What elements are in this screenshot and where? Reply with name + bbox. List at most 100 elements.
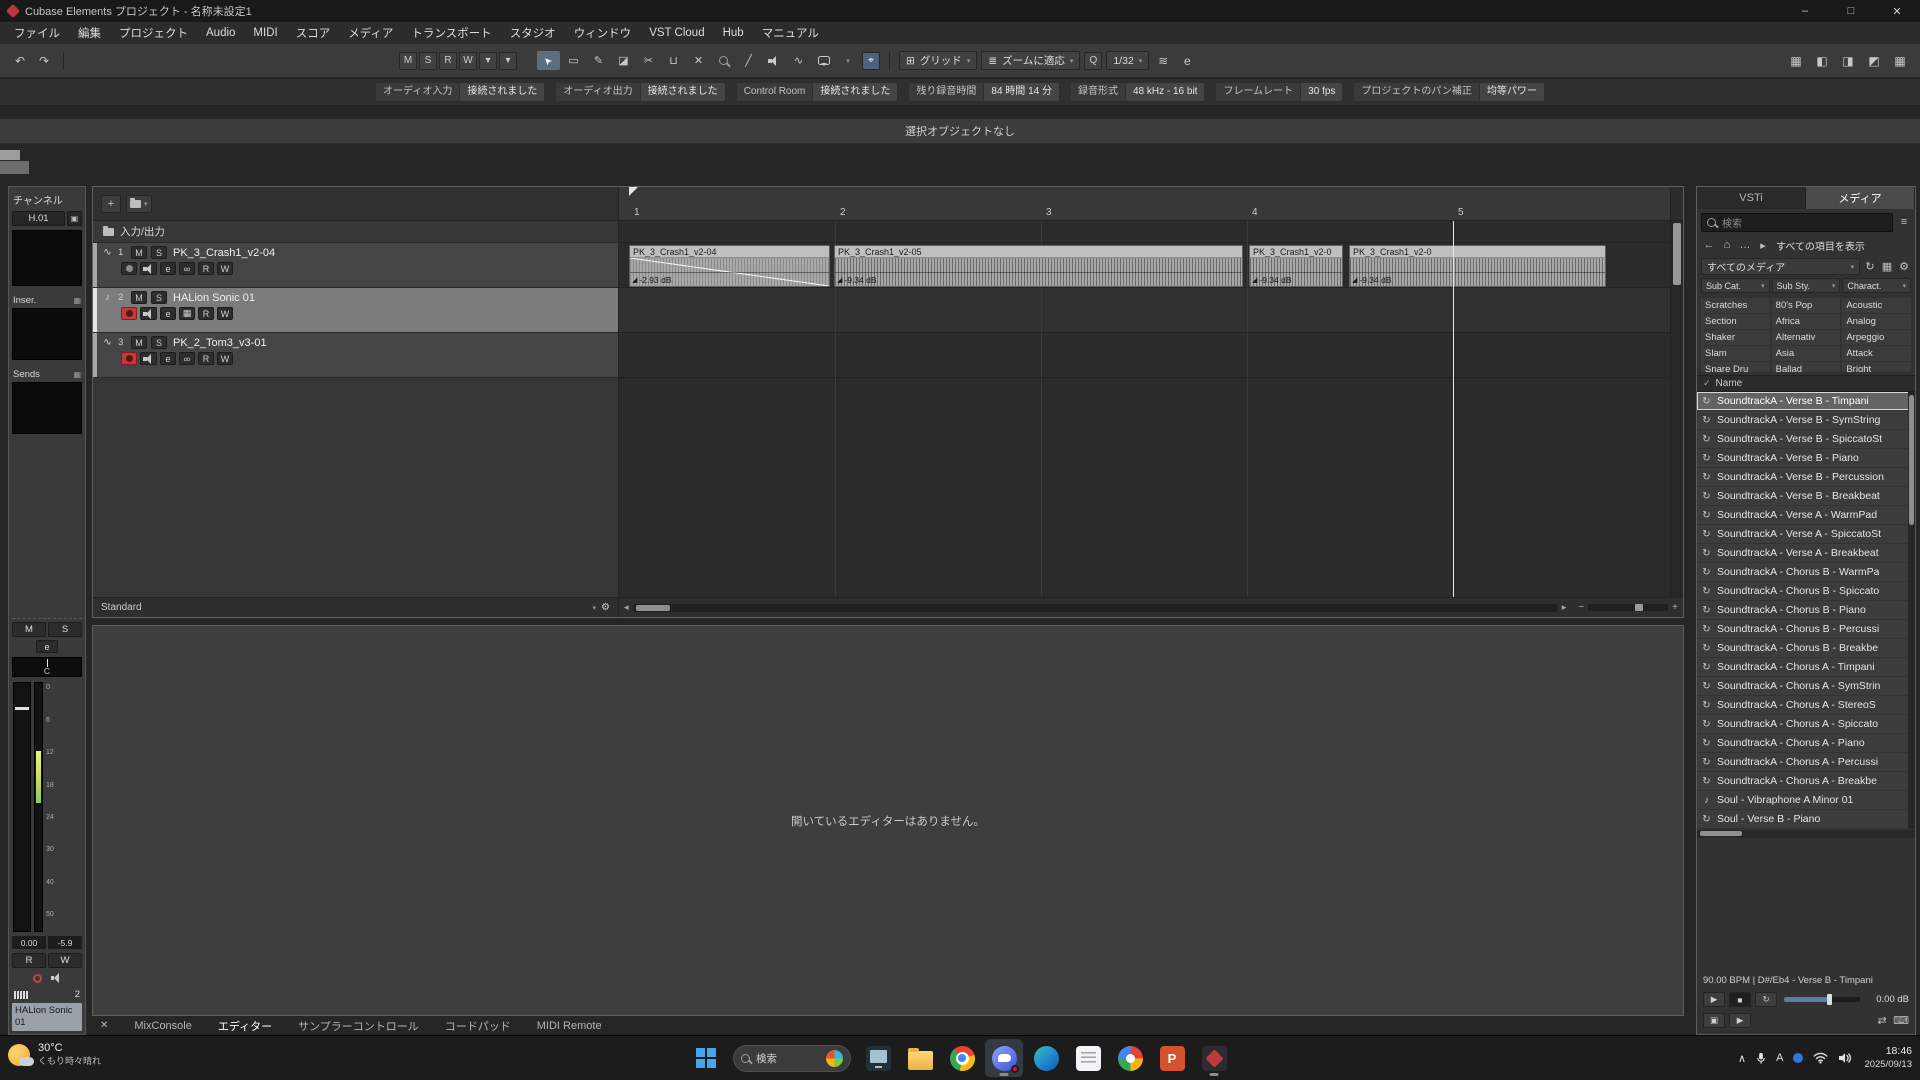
export-icon[interactable]: ▣ — [67, 211, 82, 226]
edit-channel-settings-button[interactable]: e — [36, 640, 58, 653]
monitor-app-icon[interactable] — [859, 1039, 897, 1077]
zoom-out-icon[interactable]: − — [1578, 602, 1584, 613]
range-tool[interactable]: ▭ — [562, 51, 585, 70]
preview-play-button[interactable]: ▶ — [1703, 992, 1725, 1007]
scrollbar-thumb[interactable] — [1700, 831, 1742, 836]
zoom-slider[interactable] — [1588, 604, 1668, 611]
draw-tool[interactable]: ✎ — [587, 51, 610, 70]
media-result-row[interactable]: ↻SoundtrackA - Chorus A - Percussi — [1697, 753, 1915, 772]
track-preset-label[interactable]: Standard — [101, 602, 142, 613]
project-cursor-flag[interactable] — [629, 187, 638, 196]
snap-button[interactable]: ⌖ — [862, 52, 880, 70]
io-folder-row[interactable]: 入力/出力 — [93, 221, 618, 243]
edit-channel-button[interactable]: e — [160, 352, 176, 365]
photos-app-icon[interactable] — [1111, 1039, 1149, 1077]
channel-write-button[interactable]: W — [48, 953, 82, 968]
menu-item[interactable]: スコア — [288, 23, 339, 43]
filter-value[interactable]: Shaker — [1701, 330, 1770, 345]
window-layout-right-icon[interactable]: ◨ — [1838, 51, 1858, 71]
media-result-row[interactable]: ↻SoundtrackA - Verse A - WarmPad — [1697, 506, 1915, 525]
glue-tool[interactable]: ⊔ — [662, 51, 685, 70]
scrollbar-thumb[interactable] — [1673, 223, 1681, 285]
iterative-quantize-icon[interactable]: ≋ — [1153, 51, 1173, 71]
filter-value[interactable]: 80's Pop — [1772, 298, 1841, 313]
bluetooth-icon[interactable] — [1793, 1053, 1803, 1063]
media-result-row[interactable]: ↻SoundtrackA - Chorus B - WarmPa — [1697, 563, 1915, 582]
media-search-input[interactable]: 検索 — [1701, 213, 1893, 232]
refresh-icon[interactable]: ↻ — [1863, 260, 1877, 273]
chat-app-icon[interactable] — [985, 1039, 1023, 1077]
filter-value[interactable]: Attack — [1842, 346, 1911, 361]
auto-scroll-dropdown-icon[interactable]: ▾ — [499, 52, 517, 70]
media-result-row[interactable]: ↻SoundtrackA - Verse B - Piano — [1697, 449, 1915, 468]
track-visibility-button[interactable]: ▾ — [126, 195, 152, 213]
breadcrumb[interactable]: すべての項目を表示 — [1776, 238, 1865, 253]
mic-icon[interactable] — [1756, 1052, 1766, 1065]
tab-vsti[interactable]: VSTi — [1697, 187, 1806, 209]
audio-event[interactable]: PK_3_Crash1_v2-0◢-9.34 dB — [1249, 245, 1343, 287]
minimize-button[interactable]: – — [1782, 0, 1828, 22]
quantize-dropdown[interactable]: 1/32 ▾ — [1106, 51, 1149, 70]
media-result-row[interactable]: ↻SoundtrackA - Chorus A - Spiccato — [1697, 715, 1915, 734]
filter-value[interactable]: Alternativ — [1772, 330, 1841, 345]
horizontal-scrollbar[interactable]: ◂ ▸ − + — [619, 598, 1683, 617]
media-result-row[interactable]: ↻SoundtrackA - Chorus A - SymStrin — [1697, 677, 1915, 696]
close-lower-zone-icon[interactable]: ✕ — [100, 1020, 108, 1031]
powerpoint-icon[interactable]: P — [1153, 1039, 1191, 1077]
zoom-in-icon[interactable]: + — [1672, 602, 1678, 613]
channel-mute-button[interactable]: M — [12, 622, 46, 637]
back-icon[interactable]: ← — [1702, 239, 1716, 251]
auto-play-button[interactable]: ▶ — [1729, 1013, 1751, 1028]
record-enable-button[interactable] — [121, 262, 137, 275]
notes-app-icon[interactable] — [1069, 1039, 1107, 1077]
lower-zone-tab[interactable]: MixConsole — [134, 1020, 191, 1032]
track-solo-button[interactable]: S — [151, 246, 167, 259]
gear-icon[interactable]: ⚙ — [601, 602, 610, 613]
menu-icon[interactable]: ≡ — [1897, 216, 1911, 228]
scrollbar-thumb[interactable] — [636, 605, 670, 611]
tab-media[interactable]: メディア — [1806, 187, 1915, 209]
weather-widget[interactable]: 30°C くもり時々晴れ — [8, 1042, 101, 1067]
start-button[interactable] — [687, 1039, 725, 1077]
file-explorer-icon[interactable] — [901, 1039, 939, 1077]
track-row[interactable]: ∿3MSPK_2_Tom3_v3-01e∞RW — [93, 333, 618, 378]
media-result-row[interactable]: ↻SoundtrackA - Verse A - SpiccatoSt — [1697, 525, 1915, 544]
scrollbar-thumb[interactable] — [1909, 395, 1914, 525]
media-result-row[interactable]: ↻SoundtrackA - Chorus B - Piano — [1697, 601, 1915, 620]
lower-zone-tab[interactable]: サンプラーコントロール — [298, 1018, 419, 1034]
media-result-row[interactable]: ↻SoundtrackA - Chorus A - Timpani — [1697, 658, 1915, 677]
monitor-button[interactable] — [140, 352, 157, 365]
sends-slots[interactable] — [12, 382, 82, 434]
edit-channel-button[interactable]: e — [160, 262, 176, 275]
audition-tool[interactable] — [762, 51, 785, 70]
track-mute-button[interactable]: M — [131, 291, 147, 304]
split-tool[interactable]: ✂ — [637, 51, 660, 70]
redo-button[interactable]: ↷ — [34, 51, 54, 71]
slider-thumb[interactable] — [1827, 994, 1832, 1005]
mute-tool[interactable]: ✕ — [687, 51, 710, 70]
close-button[interactable]: ✕ — [1874, 0, 1920, 22]
window-layout-left-icon[interactable]: ◧ — [1812, 51, 1832, 71]
record-enable-button[interactable] — [121, 352, 137, 365]
audio-event[interactable]: PK_3_Crash1_v2-0◢-9.34 dB — [1349, 245, 1606, 287]
media-result-row[interactable]: ↻SoundtrackA - Verse B - Timpani — [1697, 392, 1915, 411]
menu-item[interactable]: Hub — [715, 25, 752, 41]
grid-type-dropdown[interactable]: ⊞ グリッド ▾ — [899, 51, 977, 70]
media-result-row[interactable]: ↻SoundtrackA - Chorus B - Spiccato — [1697, 582, 1915, 601]
write-automation-button[interactable]: W — [217, 352, 233, 365]
results-hscrollbar[interactable] — [1697, 830, 1915, 838]
lower-zone-tab[interactable]: エディター — [218, 1018, 272, 1034]
media-result-row[interactable]: ↻SoundtrackA - Verse B - Breakbeat — [1697, 487, 1915, 506]
peak-value[interactable]: -5.9 — [48, 936, 82, 949]
filter-column-header[interactable]: Sub Sty.▾ — [1772, 278, 1841, 293]
gear-icon[interactable]: ⚙ — [1897, 260, 1911, 273]
menu-item[interactable]: メディア — [340, 23, 401, 43]
media-result-row[interactable]: ↻SoundtrackA - Chorus A - Piano — [1697, 734, 1915, 753]
media-option-button[interactable]: ▣ — [1703, 1013, 1725, 1028]
preview-volume-slider[interactable] — [1784, 997, 1860, 1002]
keyboard-icon[interactable]: ⌨ — [1893, 1014, 1909, 1027]
media-result-row[interactable]: ↻SoundtrackA - Chorus A - StereoS — [1697, 696, 1915, 715]
monitor-icon[interactable] — [51, 973, 62, 983]
solo-all-button[interactable]: S — [419, 52, 437, 70]
track-solo-button[interactable]: S — [151, 291, 167, 304]
